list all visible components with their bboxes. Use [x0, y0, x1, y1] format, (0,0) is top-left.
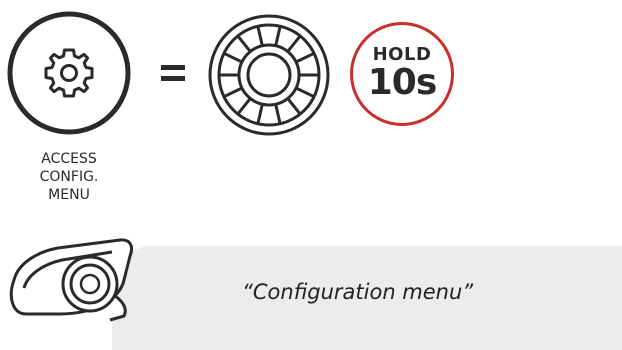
- equals-icon: [161, 65, 185, 81]
- dial-spoke: [295, 51, 315, 64]
- caption-line-2: CONFIG.: [39, 169, 99, 185]
- dial-spoke: [223, 51, 243, 64]
- access-config-menu-caption: ACCESS CONFIG. MENU: [14, 150, 124, 204]
- dial-spoke: [236, 34, 252, 53]
- dial-spoke: [256, 103, 264, 125]
- dial-spoke: [286, 97, 302, 116]
- dial-spoke: [256, 25, 264, 47]
- dial-spoke: [223, 86, 243, 99]
- dial-spoke: [274, 103, 282, 125]
- gear-circle-icon: [7, 11, 131, 135]
- voice-prompt-banner: “Configuration menu”: [112, 246, 622, 350]
- voice-prompt-text: “Configuration menu”: [242, 280, 474, 304]
- gear-icon: [44, 48, 94, 98]
- dial-spoke: [274, 25, 282, 47]
- dial-spoke: [236, 97, 252, 116]
- jog-dial-icon: [208, 14, 330, 136]
- headset-device-icon: [9, 238, 134, 322]
- caption-line-3: MENU: [48, 187, 90, 203]
- dial-spoke: [286, 34, 302, 53]
- hold-duration-badge: HOLD 10s: [350, 22, 454, 126]
- caption-line-1: ACCESS: [41, 151, 97, 167]
- dial-spoke: [295, 86, 315, 99]
- hold-duration-label: 10s: [367, 62, 438, 103]
